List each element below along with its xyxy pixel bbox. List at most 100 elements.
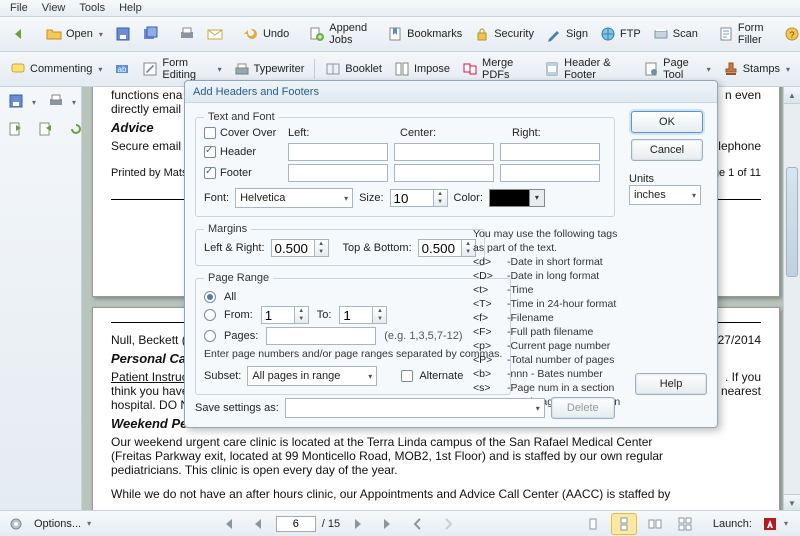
sign-button[interactable]: Sign [542, 24, 592, 44]
menu-tools[interactable]: Tools [79, 2, 105, 14]
merge-icon [462, 61, 478, 77]
scroll-down-button[interactable]: ▼ [784, 494, 800, 511]
font-select[interactable]: Helvetica [235, 188, 353, 208]
cancel-button[interactable]: Cancel [631, 139, 703, 161]
size-spinner[interactable]: ▲▼ [390, 189, 448, 207]
export-reply-button[interactable] [34, 119, 60, 141]
ftp-button[interactable]: FTP [596, 24, 645, 44]
stamp-icon [723, 61, 739, 77]
commenting-button[interactable]: Commenting [6, 59, 106, 79]
stamps-button[interactable]: Stamps [719, 59, 794, 79]
range-from-radio[interactable] [204, 309, 216, 321]
header-left-input[interactable] [288, 143, 388, 161]
first-page-button[interactable] [216, 514, 240, 534]
options-button[interactable]: Options... [30, 516, 95, 532]
undo-button[interactable]: Undo [239, 24, 293, 44]
form-editing-button[interactable]: Form Editing [138, 55, 225, 83]
next-icon [350, 516, 366, 532]
single-page-icon [585, 516, 601, 532]
view-single-button[interactable] [581, 514, 605, 534]
statusbar: Options... / 15 Launch: [0, 510, 800, 536]
pagerange-group-label: Page Range [204, 272, 273, 284]
typewriter-button[interactable]: Typewriter [230, 59, 309, 79]
pages-input[interactable] [266, 327, 376, 345]
leftright-spinner[interactable]: ▲▼ [271, 239, 329, 257]
to-spinner[interactable]: ▲▼ [339, 306, 387, 324]
printer-icon [179, 26, 195, 42]
help-button[interactable]: Help [635, 373, 707, 395]
security-button[interactable]: Security [470, 24, 538, 44]
prev-page-button[interactable] [246, 514, 270, 534]
print-dropdown[interactable] [44, 91, 80, 113]
bookmarks-button[interactable]: Bookmarks [383, 24, 466, 44]
subset-select[interactable]: All pages in range [247, 366, 377, 386]
help-button[interactable]: ?How [780, 24, 800, 44]
menu-view[interactable]: View [42, 2, 66, 14]
form-filler-button[interactable]: Form Filler [714, 20, 768, 48]
last-page-button[interactable] [376, 514, 400, 534]
scroll-thumb[interactable] [786, 167, 798, 277]
impose-button[interactable]: Impose [390, 59, 454, 79]
footer-right-input[interactable] [500, 164, 600, 182]
back-button[interactable] [6, 24, 30, 44]
vertical-scrollbar[interactable]: ▲ ▼ [783, 87, 800, 511]
header-checkbox[interactable] [204, 146, 216, 158]
color-picker[interactable] [489, 189, 545, 207]
page-send-icon [8, 121, 26, 139]
page-tool-icon [643, 61, 659, 77]
folder-open-icon [46, 26, 62, 42]
page-total-label: / 15 [322, 518, 340, 530]
help-icon: ? [784, 26, 800, 42]
nav-back-button[interactable] [406, 514, 430, 534]
alternate-checkbox[interactable] [401, 370, 413, 382]
textbox-button[interactable]: ab [110, 59, 134, 79]
save-settings-select[interactable] [285, 398, 545, 418]
topbottom-label: Top & Bottom: [343, 242, 412, 254]
page-number-input[interactable] [276, 516, 316, 532]
range-all-radio[interactable] [204, 291, 216, 303]
sidebar [0, 87, 82, 511]
page-tool-button[interactable]: Page Tool [639, 55, 715, 83]
header-right-input[interactable] [500, 143, 600, 161]
print-button[interactable] [175, 24, 199, 44]
header-center-input[interactable] [394, 143, 494, 161]
from-spinner[interactable]: ▲▼ [261, 306, 309, 324]
range-pages-radio[interactable] [204, 330, 216, 342]
export-send-button[interactable] [4, 119, 30, 141]
save-dropdown[interactable] [4, 91, 40, 113]
facing-icon [647, 516, 663, 532]
footer-checkbox[interactable] [204, 167, 216, 179]
topbottom-spinner[interactable]: ▲▼ [418, 239, 476, 257]
menu-file[interactable]: File [10, 2, 28, 14]
next-page-button[interactable] [346, 514, 370, 534]
menu-help[interactable]: Help [119, 2, 142, 14]
floppy-icon [115, 26, 131, 42]
nav-fwd-button[interactable] [436, 514, 460, 534]
footer-left-input[interactable] [288, 164, 388, 182]
view-facing-button[interactable] [643, 514, 667, 534]
launch-button[interactable] [758, 514, 792, 534]
saveall-button[interactable] [139, 24, 163, 44]
mail-button[interactable] [203, 24, 227, 44]
scan-button[interactable]: Scan [649, 24, 702, 44]
save-button[interactable] [111, 24, 135, 44]
append-jobs-button[interactable]: Append Jobs [305, 20, 371, 48]
headers-footers-dialog: Add Headers and Footers OK Cancel Units … [184, 80, 718, 428]
view-continuous-button[interactable] [611, 513, 637, 535]
cover-over-checkbox[interactable] [204, 127, 216, 139]
merge-button[interactable]: Merge PDFs [458, 55, 536, 83]
booklet-button[interactable]: Booklet [321, 59, 386, 79]
floppy-icon [8, 93, 26, 111]
append-icon [309, 26, 325, 42]
scroll-up-button[interactable]: ▲ [784, 87, 800, 104]
units-select[interactable]: inches [629, 185, 701, 205]
ok-button[interactable]: OK [631, 111, 703, 133]
footer-center-input[interactable] [394, 164, 494, 182]
leftright-label: Left & Right: [204, 242, 265, 254]
toolbar-main: Open Undo Append Jobs Bookmarks Security… [0, 17, 800, 52]
header-footer-icon [544, 61, 560, 77]
view-facing-cont-button[interactable] [673, 514, 697, 534]
delete-button[interactable]: Delete [551, 397, 615, 419]
header-footer-button[interactable]: Header & Footer [540, 55, 635, 83]
open-button[interactable]: Open [42, 24, 107, 44]
